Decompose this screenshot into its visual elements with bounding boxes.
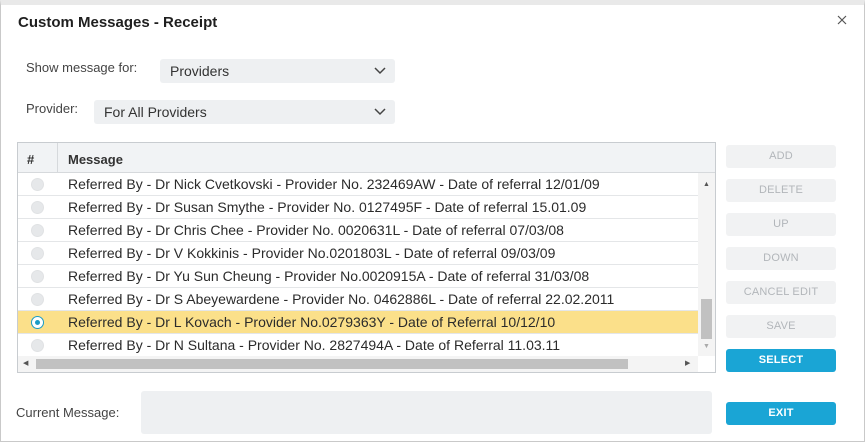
select-button[interactable]: SELECT [726, 349, 836, 372]
grid-header: # Message [18, 143, 715, 173]
row-radio[interactable] [31, 178, 44, 191]
table-row[interactable]: Referred By - Dr Yu Sun Cheung - Provide… [18, 265, 698, 288]
current-message-label: Current Message: [16, 405, 120, 420]
row-radio[interactable] [31, 293, 44, 306]
chevron-down-icon [374, 67, 386, 75]
down-button[interactable]: DOWN [726, 247, 836, 270]
row-message: Referred By - Dr N Sultana - Provider No… [68, 337, 561, 353]
row-radio-selected[interactable] [31, 316, 44, 329]
provider-select[interactable]: For All Providers [94, 100, 395, 124]
column-header-message[interactable]: Message [68, 152, 123, 167]
show-message-for-label: Show message for: [26, 60, 138, 75]
table-row[interactable]: Referred By - Dr S Abeyewardene - Provid… [18, 288, 698, 311]
messages-grid: # Message Referred By - Dr Nick Cvetkovs… [17, 142, 716, 373]
table-row[interactable]: Referred By - Dr Chris Chee - Provider N… [18, 219, 698, 242]
provider-value: For All Providers [104, 104, 207, 120]
chevron-down-icon [374, 108, 386, 116]
column-header-number[interactable]: # [27, 152, 34, 167]
table-row[interactable]: Referred By - Dr N Sultana - Provider No… [18, 334, 698, 357]
row-message: Referred By - Dr L Kovach - Provider No.… [68, 314, 556, 330]
custom-messages-dialog: Custom Messages - Receipt Show message f… [0, 0, 865, 442]
row-message: Referred By - Dr V Kokkinis - Provider N… [68, 245, 556, 261]
row-radio[interactable] [31, 224, 44, 237]
scroll-up-arrow-icon[interactable]: ▲ [703, 181, 710, 188]
row-message: Referred By - Dr Susan Smythe - Provider… [68, 199, 587, 215]
provider-label: Provider: [26, 101, 79, 116]
current-message-field[interactable] [141, 391, 712, 434]
exit-button[interactable]: EXIT [726, 402, 836, 425]
scroll-right-arrow-icon[interactable]: ▶ [685, 359, 690, 367]
row-message: Referred By - Dr Nick Cvetkovski - Provi… [68, 176, 600, 192]
vertical-scroll-thumb[interactable] [701, 299, 712, 339]
row-message: Referred By - Dr S Abeyewardene - Provid… [68, 291, 615, 307]
horizontal-scrollbar[interactable]: ◀ ▶ [18, 356, 698, 372]
table-row-selected[interactable]: Referred By - Dr L Kovach - Provider No.… [18, 311, 698, 334]
row-radio[interactable] [31, 247, 44, 260]
vertical-scrollbar[interactable]: ▲ ▼ [698, 173, 715, 356]
delete-button[interactable]: DELETE [726, 179, 836, 202]
dialog-title: Custom Messages - Receipt [18, 14, 218, 31]
cancel-edit-button[interactable]: CANCEL EDIT [726, 281, 836, 304]
scroll-down-arrow-icon[interactable]: ▼ [703, 343, 710, 350]
row-radio[interactable] [31, 201, 44, 214]
table-row[interactable]: Referred By - Dr V Kokkinis - Provider N… [18, 242, 698, 265]
row-radio[interactable] [31, 270, 44, 283]
row-message: Referred By - Dr Yu Sun Cheung - Provide… [68, 268, 590, 284]
grid-rows: Referred By - Dr Nick Cvetkovski - Provi… [18, 173, 698, 357]
up-button[interactable]: UP [726, 213, 836, 236]
add-button[interactable]: ADD [726, 145, 836, 168]
table-row[interactable]: Referred By - Dr Nick Cvetkovski - Provi… [18, 173, 698, 196]
row-radio[interactable] [31, 339, 44, 352]
save-button[interactable]: SAVE [726, 315, 836, 338]
row-message: Referred By - Dr Chris Chee - Provider N… [68, 222, 564, 238]
horizontal-scroll-thumb[interactable] [36, 359, 628, 369]
show-message-for-select[interactable]: Providers [160, 59, 395, 83]
table-row[interactable]: Referred By - Dr Susan Smythe - Provider… [18, 196, 698, 219]
scroll-left-arrow-icon[interactable]: ◀ [23, 359, 28, 367]
column-divider [57, 143, 58, 173]
close-icon[interactable] [835, 13, 849, 27]
show-message-for-value: Providers [170, 63, 230, 79]
